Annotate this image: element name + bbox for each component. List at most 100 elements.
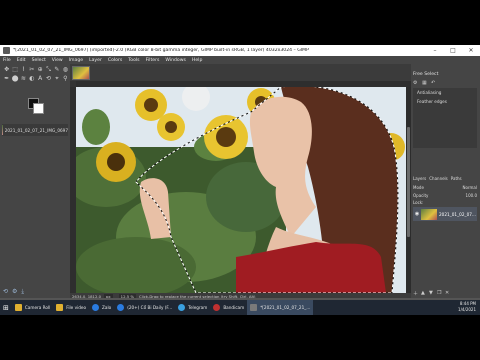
taskbar-label: Zalo xyxy=(102,305,112,310)
taskbar-item-camera-roll[interactable]: Camera Roll xyxy=(12,300,53,315)
menu-windows[interactable]: Windows xyxy=(165,58,186,63)
menu-edit[interactable]: Edit xyxy=(17,58,26,63)
gimp-app-icon xyxy=(3,47,10,54)
image-canvas[interactable] xyxy=(76,87,406,293)
tab-channels[interactable]: Channels xyxy=(429,176,448,183)
paths-tool-icon[interactable]: ⌖ xyxy=(53,75,60,82)
reset-icon[interactable]: ⟲ xyxy=(3,288,8,296)
taskbar-clock[interactable]: 8:44 PM 1/4/2021 xyxy=(458,301,476,313)
clock-date: 1/4/2021 xyxy=(458,307,476,312)
image-tab-thumbnail[interactable] xyxy=(72,66,90,80)
menu-view[interactable]: View xyxy=(52,58,63,63)
menu-image[interactable]: Image xyxy=(69,58,83,63)
taskbar-item-browser[interactable]: (20+) Cổ Bi Daily (F... xyxy=(114,300,175,315)
move-tool-icon[interactable]: ✥ xyxy=(3,66,10,73)
title-bar: *[2021_01_02_07_21_IMG_0697] (imported)-… xyxy=(0,45,480,56)
rect-select-tool-icon[interactable]: ⬚ xyxy=(11,66,18,73)
new-layer-icon[interactable]: ＋ xyxy=(413,290,421,297)
taskbar-label: Bandicam xyxy=(223,305,245,310)
taskbar-item-file-video[interactable]: File video xyxy=(53,300,89,315)
undo-history-tab-icon[interactable]: ↶ xyxy=(431,80,438,86)
images-list-item[interactable]: 2021_01_02_07_21_IMG_0697 xyxy=(2,124,68,136)
tool-options-list: Antialiasing Feather edges xyxy=(413,88,477,148)
folder-icon xyxy=(14,304,22,311)
image-thumbnail xyxy=(2,125,3,135)
menu-help[interactable]: Help xyxy=(192,58,202,63)
text-tool-icon[interactable]: A xyxy=(37,75,44,82)
taskbar-item-bandicam[interactable]: Bandicam xyxy=(210,300,247,315)
video-progress-bar[interactable] xyxy=(0,298,480,300)
smudge-tool-icon[interactable]: ≋ xyxy=(20,75,27,82)
taskbar-label: (20+) Cổ Bi Daily (F... xyxy=(127,305,173,310)
maximize-button[interactable]: □ xyxy=(444,47,462,54)
fuzzy-select-tool-icon[interactable]: ⊕ xyxy=(37,66,44,73)
visibility-eye-icon[interactable]: ◉ xyxy=(413,211,421,217)
telegram-icon xyxy=(178,304,186,311)
tool-options-tab-icon[interactable]: ⚙ xyxy=(413,80,420,86)
device-status-tab-icon[interactable]: ▦ xyxy=(422,80,429,86)
configure-icon[interactable]: ⚙ xyxy=(12,288,17,296)
dock-tab-icons: ⚙ ▦ ↶ xyxy=(413,80,440,86)
feather-edges-option[interactable]: Feather edges xyxy=(413,97,477,106)
video-letterbox-top xyxy=(0,0,480,45)
minimize-button[interactable]: – xyxy=(426,47,444,54)
start-button[interactable]: ⊞ xyxy=(0,300,12,315)
layer-thumbnail xyxy=(421,208,437,220)
taskbar-item-zalo[interactable]: Zalo xyxy=(89,300,114,315)
mode-select[interactable]: Normal xyxy=(463,185,477,192)
layers-dock-tabs: Layers Channels Paths xyxy=(413,176,477,183)
background-color-swatch[interactable] xyxy=(33,103,44,114)
zalo-icon xyxy=(92,304,100,311)
browser-icon xyxy=(117,304,125,311)
menu-file[interactable]: File xyxy=(3,58,11,63)
image-list-label: 2021_01_02_07_21_IMG_0697 xyxy=(4,127,68,133)
toolbox-bottom-bar: ⟲ ⚙ ⤓ xyxy=(3,288,28,296)
taskbar-item-telegram[interactable]: Telegram xyxy=(175,300,210,315)
gimp-icon xyxy=(250,304,258,311)
transform-tool-icon[interactable]: ⟲ xyxy=(45,75,52,82)
opacity-label: Opacity xyxy=(413,193,429,198)
layer-item[interactable]: ◉ 2021_01_02_07... xyxy=(413,207,477,221)
antialiasing-option[interactable]: Antialiasing xyxy=(413,88,477,97)
delete-layer-icon[interactable]: ✕ xyxy=(445,290,453,297)
scissors-tool-icon[interactable]: ✂ xyxy=(28,66,35,73)
toolbox-panel: ✥ ⬚ ⌇ ✂ ⊕ ⤡ ✎ ◍ ✒ ⬤ ≋ ◐ A ⟲ ⌖ ⚲ 2021_01_… xyxy=(0,64,70,300)
taskbar-item-gimp[interactable]: *[2021_01_02_07_21_... xyxy=(247,300,314,315)
color-swatches[interactable] xyxy=(28,98,44,114)
photo-illustration xyxy=(76,87,406,293)
fill-tool-icon[interactable]: ◍ xyxy=(62,66,69,73)
folder-icon xyxy=(56,304,64,311)
layer-name: 2021_01_02_07... xyxy=(439,211,476,217)
export-icon[interactable]: ⤓ xyxy=(21,288,24,296)
desktop-screen: *[2021_01_02_07_21_IMG_0697] (imported)-… xyxy=(0,45,480,315)
crop-tool-icon[interactable]: ⤡ xyxy=(45,66,52,73)
layers-bottom-bar: ＋ ▲ ▼ ❐ ✕ xyxy=(413,290,453,297)
airbrush-tool-icon[interactable]: ⬤ xyxy=(11,75,19,82)
tab-paths[interactable]: Paths xyxy=(451,176,462,183)
lock-label: Lock: xyxy=(413,200,424,205)
image-tab-strip xyxy=(70,64,411,81)
vertical-scrollbar-thumb[interactable] xyxy=(407,127,410,237)
tool-row-2: ✒ ⬤ ≋ ◐ A ⟲ ⌖ ⚲ xyxy=(0,75,70,83)
dodge-tool-icon[interactable]: ◐ xyxy=(28,75,35,82)
image-window: 2634.0, 1812.0 px 12.5 % Click-Drag to r… xyxy=(70,64,411,300)
menu-layer[interactable]: Layer xyxy=(89,58,102,63)
raise-layer-icon[interactable]: ▲ xyxy=(421,290,429,297)
zoom-tool-icon[interactable]: ⚲ xyxy=(62,75,69,82)
duplicate-layer-icon[interactable]: ❐ xyxy=(437,290,445,297)
pencil-tool-icon[interactable]: ✎ xyxy=(53,66,60,73)
ink-tool-icon[interactable]: ✒ xyxy=(3,75,10,82)
video-letterbox-bottom xyxy=(0,315,480,360)
tab-layers[interactable]: Layers xyxy=(413,176,426,183)
free-select-tool-icon[interactable]: ⌇ xyxy=(20,66,27,73)
tool-options-title: Free Select xyxy=(413,72,439,77)
bandicam-icon xyxy=(213,304,221,311)
menu-tools[interactable]: Tools xyxy=(128,58,139,63)
menu-colors[interactable]: Colors xyxy=(108,58,122,63)
lock-row: Lock: xyxy=(413,200,477,207)
menu-filters[interactable]: Filters xyxy=(146,58,160,63)
menu-select[interactable]: Select xyxy=(32,58,46,63)
close-button[interactable]: ✕ xyxy=(462,47,480,54)
opacity-value[interactable]: 100.0 xyxy=(466,193,477,200)
lower-layer-icon[interactable]: ▼ xyxy=(429,290,437,297)
